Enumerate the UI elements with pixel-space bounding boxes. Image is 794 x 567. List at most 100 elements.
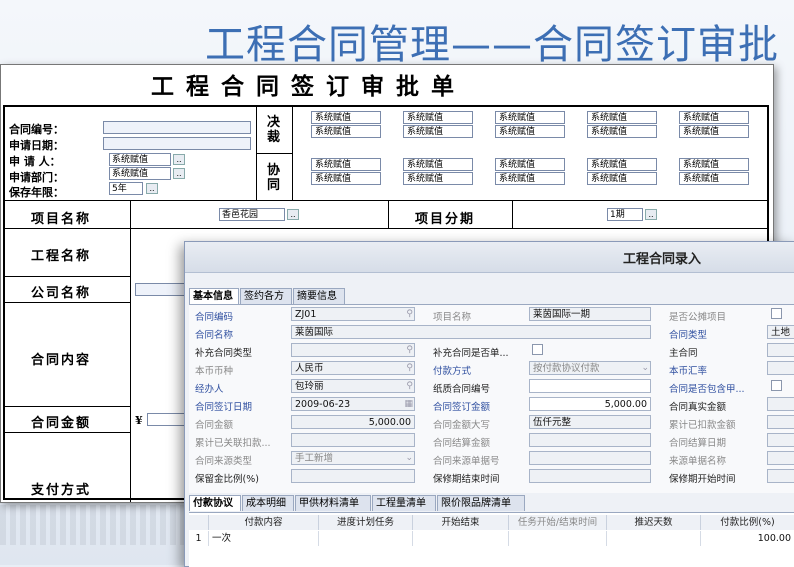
contract-amount-input[interactable] [147, 413, 187, 426]
settle-amount-field[interactable] [529, 433, 651, 447]
deducted-field[interactable] [767, 415, 794, 429]
search-icon[interactable]: ⚲ [406, 344, 413, 356]
warranty-start-field[interactable] [767, 469, 794, 483]
source-name-field[interactable] [767, 451, 794, 465]
table-cell[interactable] [319, 531, 413, 546]
warranty-end-field[interactable] [529, 469, 651, 483]
decide-signer-2[interactable]: 系统赋值 系统赋值 [403, 111, 475, 141]
tab-payment-agreement[interactable]: 付款协议 [189, 495, 241, 511]
cosign-signer-3[interactable]: 系统赋值 系统赋值 [495, 158, 567, 188]
handler-value: 包玲丽 [295, 381, 324, 392]
handler-field[interactable]: 包玲丽 ⚲ [291, 379, 415, 393]
table-cell[interactable] [607, 531, 701, 546]
is-supp-checkbox[interactable] [532, 344, 543, 355]
tab-quantities[interactable]: 工程量清单 [372, 495, 436, 511]
decide-label: 决裁 [267, 115, 281, 145]
main-contract-field[interactable] [767, 343, 794, 357]
shared-project-checkbox[interactable] [771, 308, 782, 319]
sys-value: 系统赋值 [311, 111, 381, 124]
table-header[interactable]: 进度计划任务 [319, 515, 413, 530]
table-cell[interactable] [509, 531, 607, 546]
table-cell[interactable]: 一次 [209, 531, 319, 546]
sys-value: 系统赋值 [587, 111, 657, 124]
paper-no-field[interactable] [529, 379, 651, 393]
project-picker-button[interactable]: .. [287, 209, 299, 220]
warranty-end-label: 保修期结束时间 [433, 474, 500, 485]
contract-no-input[interactable] [103, 121, 251, 134]
department-picker-button[interactable]: .. [173, 168, 185, 179]
search-icon[interactable]: ⚲ [406, 362, 413, 374]
tab-summary[interactable]: 摘要信息 [293, 288, 345, 304]
sys-value: 系统赋值 [587, 125, 657, 138]
retention-input[interactable]: 5年 [109, 182, 143, 195]
linked-deduction-label: 累计已关联扣款... [195, 438, 271, 449]
retention-picker-button[interactable]: .. [146, 183, 158, 194]
contract-name-field[interactable]: 莱茵国际 [291, 325, 651, 339]
cosign-label: 协同 [267, 163, 281, 193]
sign-date-field[interactable]: 2009-06-23 ▦ [291, 397, 415, 411]
decide-signer-1[interactable]: 系统赋值 系统赋值 [311, 111, 383, 141]
table-header[interactable]: 任务开始/结束时间 [509, 515, 607, 530]
applicant-input[interactable]: 系统赋值 [109, 153, 171, 166]
exchange-rate-field[interactable] [767, 361, 794, 375]
tab-price-brand[interactable]: 限价限品牌清单 [437, 495, 525, 511]
pay-method-label: 付款方式 [433, 366, 472, 377]
payment-table: 付款内容 进度计划任务 开始结束 任务开始/结束时间 推迟天数 付款比例(%) … [189, 512, 794, 567]
sys-value: 系统赋值 [587, 172, 657, 185]
payment-method-label: 支付方式 [31, 483, 92, 498]
table-header[interactable]: 推迟天数 [607, 515, 701, 530]
apply-date-input[interactable] [103, 137, 251, 150]
contract-entry-dialog: 工程合同录入 基本信息 签约各方 摘要信息 合同编码 ZJ01 ⚲ 合同名称 莱茵… [184, 241, 794, 567]
project-name-field[interactable]: 莱茵国际一期 [529, 307, 651, 321]
main-contract-label: 主合同 [669, 348, 698, 359]
includes-checkbox[interactable] [771, 380, 782, 391]
applicant-picker-button[interactable]: .. [173, 154, 185, 165]
tab-cost-detail[interactable]: 成本明细 [242, 495, 294, 511]
contract-code-value: ZJ01 [295, 309, 317, 320]
table-cell[interactable] [413, 531, 509, 546]
project-name-input[interactable]: 香邑花园 [219, 208, 285, 221]
contract-content-label: 合同内容 [31, 353, 92, 368]
pay-method-field[interactable]: 按付款协议付款 ⌄ [529, 361, 651, 375]
source-type-value: 手工新增 [295, 453, 334, 464]
tab-basic-info[interactable]: 基本信息 [189, 288, 239, 304]
decide-signer-5[interactable]: 系统赋值 系统赋值 [679, 111, 751, 141]
tab-supplied-materials[interactable]: 甲供材料清单 [295, 495, 371, 511]
cosign-signer-5[interactable]: 系统赋值 系统赋值 [679, 158, 751, 188]
currency-field[interactable]: 人民币 ⚲ [291, 361, 415, 375]
cosign-signer-1[interactable]: 系统赋值 系统赋值 [311, 158, 383, 188]
stage-picker-button[interactable]: .. [645, 209, 657, 220]
table-header[interactable]: 付款内容 [209, 515, 319, 530]
contract-amount-field[interactable]: 5,000.00 [291, 415, 415, 429]
contract-code-label: 合同编码 [195, 312, 234, 323]
decide-signer-4[interactable]: 系统赋值 系统赋值 [587, 111, 659, 141]
cosign-signer-4[interactable]: 系统赋值 系统赋值 [587, 158, 659, 188]
retention-ratio-field[interactable] [291, 469, 415, 483]
table-cell[interactable]: 100.00 [701, 531, 794, 546]
linked-deduction-field[interactable] [291, 433, 415, 447]
shared-project-label: 是否公摊项目 [669, 312, 727, 323]
tab-parties[interactable]: 签约各方 [240, 288, 292, 304]
search-icon[interactable]: ⚲ [406, 380, 413, 392]
calendar-icon[interactable]: ▦ [404, 398, 413, 410]
source-type-field[interactable]: 手工新增 ⌄ [291, 451, 415, 465]
sign-amount-field[interactable]: 5,000.00 [529, 397, 651, 411]
sys-value: 系统赋值 [311, 172, 381, 185]
chevron-down-icon[interactable]: ⌄ [405, 452, 413, 464]
chevron-down-icon[interactable]: ⌄ [641, 362, 649, 374]
source-no-field[interactable] [529, 451, 651, 465]
decide-signer-3[interactable]: 系统赋值 系统赋值 [495, 111, 567, 141]
amount-upper-field[interactable]: 伍仟元整 [529, 415, 651, 429]
settle-date-field[interactable] [767, 433, 794, 447]
form-title: 工程合同签订审批单 [151, 73, 466, 100]
project-stage-input[interactable]: 1期 [607, 208, 643, 221]
contract-type-field[interactable]: 土地 [767, 325, 794, 339]
table-header[interactable]: 付款比例(%) [701, 515, 794, 530]
search-icon[interactable]: ⚲ [406, 308, 413, 320]
table-header[interactable]: 开始结束 [413, 515, 509, 530]
contract-code-field[interactable]: ZJ01 ⚲ [291, 307, 415, 321]
cosign-signer-2[interactable]: 系统赋值 系统赋值 [403, 158, 475, 188]
supp-type-field[interactable]: ⚲ [291, 343, 415, 357]
real-amount-field[interactable] [767, 397, 794, 411]
department-input[interactable]: 系统赋值 [109, 167, 171, 180]
